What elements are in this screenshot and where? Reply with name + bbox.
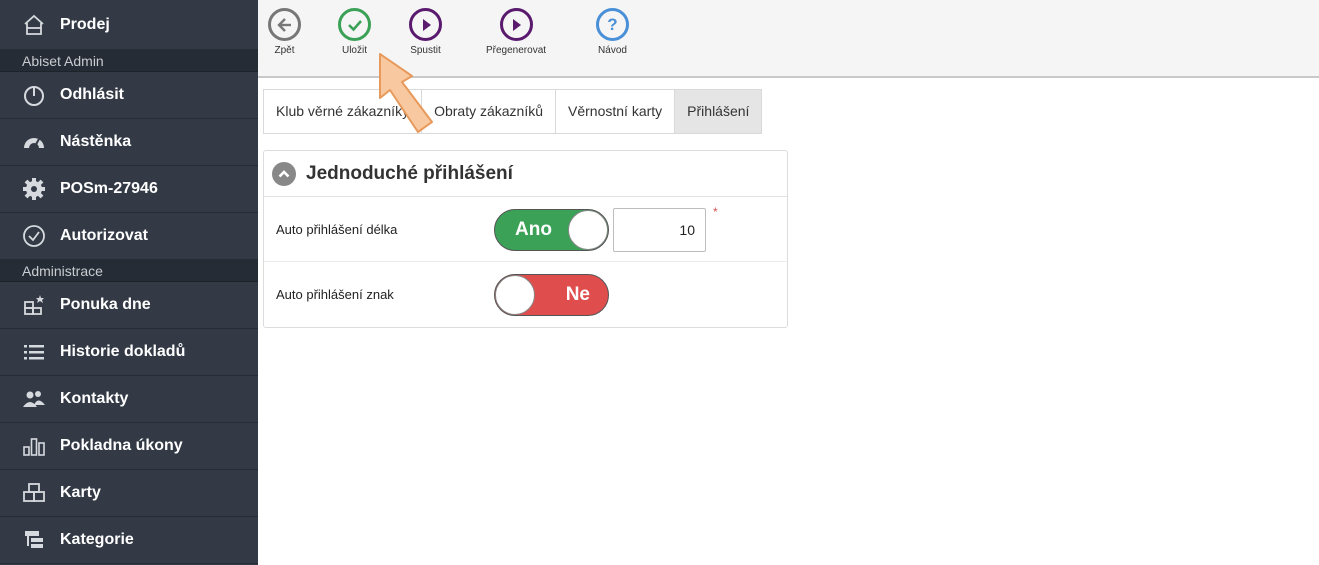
tab-klub[interactable]: Klub věrné zákazníky xyxy=(263,89,423,134)
home-icon xyxy=(22,13,46,37)
toggle-text: Ano xyxy=(515,219,552,240)
required-mark: * xyxy=(713,205,718,219)
regenerate-button[interactable]: Přegenerovat xyxy=(486,8,546,56)
auto-login-char-toggle[interactable]: Ne xyxy=(494,274,609,316)
sidebar-item-karty[interactable]: Karty xyxy=(0,470,258,517)
chevron-up-icon[interactable] xyxy=(272,161,296,186)
sidebar-item-label: Odhlásit xyxy=(60,86,125,103)
sidebar-item-label: Kategorie xyxy=(60,531,134,548)
sidebar-item-nastenka[interactable]: Nástěnka xyxy=(0,119,258,166)
auto-login-length-toggle[interactable]: Ano xyxy=(494,209,609,251)
setting-label: Auto přihlášení znak xyxy=(276,287,394,302)
grid-icon xyxy=(22,481,46,505)
run-button[interactable]: Spustit xyxy=(409,8,442,56)
tab-bar: Klub věrné zákazníky Obraty zákazníků Vě… xyxy=(263,89,763,134)
play-icon xyxy=(499,8,533,41)
grid-star-icon xyxy=(22,293,46,317)
sidebar-item-kategorie[interactable]: Kategorie xyxy=(0,517,258,564)
power-icon xyxy=(22,83,46,107)
sidebar-item-label: Pokladna úkony xyxy=(60,437,183,454)
sidebar-section-header: Abiset Admin xyxy=(0,50,258,72)
check-icon xyxy=(338,8,371,41)
back-arrow-icon xyxy=(268,8,301,41)
sidebar-item-odhlasit[interactable]: Odhlásit xyxy=(0,72,258,119)
bars-icon xyxy=(22,434,46,458)
tab-prihlaseni[interactable]: Přihlášení xyxy=(674,89,763,134)
setting-label: Auto přihlášení délka xyxy=(276,222,398,237)
save-button[interactable]: Uložit xyxy=(338,8,371,56)
sidebar-item-historie-dokladu[interactable]: Historie dokladů xyxy=(0,329,258,376)
tab-obraty[interactable]: Obraty zákazníků xyxy=(421,89,557,134)
sidebar-item-pokladna-ukony[interactable]: Pokladna úkony xyxy=(0,423,258,470)
back-button-label: Zpět xyxy=(274,45,295,56)
sidebar-item-label: Autorizovat xyxy=(60,227,148,244)
sidebar: Prodej Abiset Admin Odhlásit Nástěnka PO… xyxy=(0,0,258,565)
sidebar-item-ponuka-dne[interactable]: Ponuka dne xyxy=(0,282,258,329)
back-button[interactable]: Zpět xyxy=(268,8,301,56)
gear-icon xyxy=(22,177,46,201)
sidebar-item-label: Prodej xyxy=(60,15,110,33)
sidebar-item-label: Kontakty xyxy=(60,390,129,407)
dashboard-icon xyxy=(22,130,46,154)
login-settings-panel: Jednoduché přihlášení Auto přihlášení dé… xyxy=(263,150,788,328)
sidebar-item-label: Nástěnka xyxy=(60,133,132,150)
help-button[interactable]: ? Návod xyxy=(596,8,629,56)
toggle-knob xyxy=(568,210,608,250)
sidebar-item-autorizovat[interactable]: Autorizovat xyxy=(0,213,258,260)
users-icon xyxy=(22,387,46,411)
check-circle-icon xyxy=(22,224,46,248)
auto-login-length-input[interactable] xyxy=(613,208,706,252)
sidebar-item-kontakty[interactable]: Kontakty xyxy=(0,376,258,423)
tab-vernostni-karty[interactable]: Věrnostní karty xyxy=(555,89,676,134)
setting-row-length: Auto přihlášení délka Ano * xyxy=(264,197,787,262)
toggle-knob xyxy=(495,275,535,315)
panel-title: Jednoduché přihlášení xyxy=(306,162,513,184)
sidebar-item-label: Ponuka dne xyxy=(60,296,151,313)
run-button-label: Spustit xyxy=(410,45,441,56)
regenerate-button-label: Přegenerovat xyxy=(486,45,547,56)
sidebar-item-label: POSm-27946 xyxy=(60,180,158,197)
toggle-text: Ne xyxy=(565,284,590,305)
toolbar: Zpět Uložit Spustit Přegenerovat ? Návod xyxy=(258,0,1319,78)
question-icon: ? xyxy=(596,8,629,41)
sidebar-item-posm[interactable]: POSm-27946 xyxy=(0,166,258,213)
save-button-label: Uložit xyxy=(341,45,367,56)
play-icon xyxy=(409,8,442,41)
sidebar-item-prodej[interactable]: Prodej xyxy=(0,0,258,50)
setting-row-char: Auto přihlášení znak Ne xyxy=(264,262,787,327)
panel-header: Jednoduché přihlášení xyxy=(264,151,787,197)
category-icon xyxy=(22,528,46,552)
sidebar-item-label: Karty xyxy=(60,484,101,501)
sidebar-section-header: Administrace xyxy=(0,260,258,282)
help-button-label: Návod xyxy=(598,45,627,56)
sidebar-item-label: Historie dokladů xyxy=(60,343,186,360)
list-icon xyxy=(22,340,46,364)
